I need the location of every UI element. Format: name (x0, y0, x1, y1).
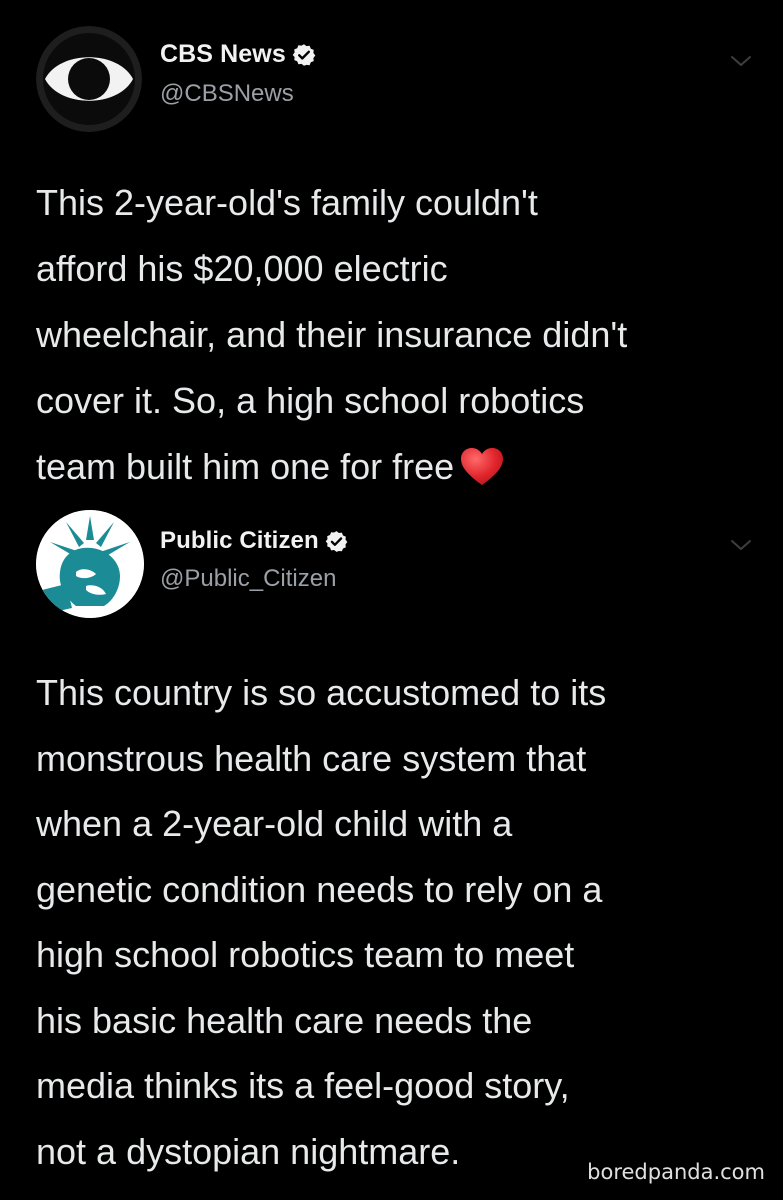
display-name[interactable]: Public Citizen (160, 527, 319, 555)
handle[interactable]: @CBSNews (160, 80, 294, 108)
chevron-down-icon[interactable] (730, 538, 752, 552)
verified-badge-icon (325, 530, 348, 552)
name-row: Public Citizen (160, 527, 348, 555)
cbs-eye-logo-icon (36, 26, 142, 132)
handle[interactable]: @Public_Citizen (160, 565, 336, 593)
display-name[interactable]: CBS News (160, 40, 286, 69)
tweet-text: This country is so accustomed to its mon… (36, 672, 607, 1172)
chevron-down-icon[interactable] (730, 54, 752, 68)
avatar[interactable] (36, 510, 144, 618)
name-row: CBS News (160, 40, 316, 69)
watermark: boredpanda.com (587, 1160, 765, 1184)
tweet-body: This 2-year-old's family couldn't afford… (36, 182, 628, 487)
tweet-text: This 2-year-old's family couldn't afford… (36, 170, 776, 500)
avatar[interactable] (36, 26, 142, 132)
statue-of-liberty-logo-icon (36, 510, 144, 618)
verified-badge-icon (292, 43, 316, 66)
red-heart-emoji-icon (461, 448, 504, 485)
